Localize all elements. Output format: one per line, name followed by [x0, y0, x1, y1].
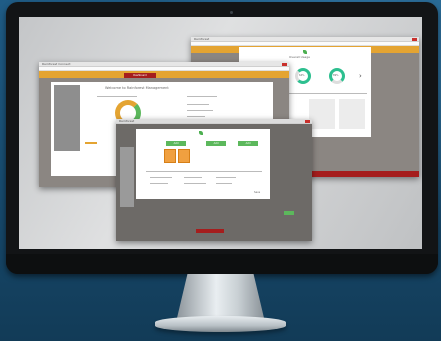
dialog: Add Add Add Save [136, 129, 270, 199]
selected-item-card[interactable] [164, 149, 176, 163]
usage-heading: Overall Usage [289, 55, 311, 59]
add-button-1[interactable]: Add [166, 141, 186, 146]
window-title: Rainforest Connect [42, 62, 71, 66]
add-button-2[interactable]: Add [206, 141, 226, 146]
text-line [150, 177, 172, 178]
text-line [97, 96, 137, 97]
text-line [187, 104, 209, 105]
window-titlebar[interactable]: Rainforest [191, 37, 419, 42]
webcam [230, 11, 233, 14]
footer-red-button[interactable] [196, 229, 224, 233]
monitor-stand-neck [177, 274, 264, 318]
window-titlebar[interactable]: Rainforest [116, 119, 312, 124]
usage-value-2: 64% [299, 74, 305, 77]
text-line [150, 183, 168, 184]
text-line [187, 96, 217, 97]
info-card[interactable] [309, 99, 335, 129]
close-button[interactable] [305, 120, 310, 123]
close-button[interactable] [412, 38, 417, 41]
monitor-stand-base [155, 316, 286, 332]
rainforest-logo-icon [303, 50, 307, 54]
window-titlebar[interactable]: Rainforest Connect [39, 62, 289, 67]
text-line [184, 183, 206, 184]
monitor-screen: Rainforest Overall Usage ‹ › 24% 64% 89% [19, 17, 422, 249]
rainforest-logo-icon [199, 131, 203, 135]
chevron-right-icon[interactable]: › [359, 72, 362, 80]
confirm-green-button[interactable] [284, 211, 294, 215]
window-title: Rainforest [194, 37, 210, 41]
text-line [216, 177, 236, 178]
info-card[interactable] [339, 99, 365, 129]
text-line [187, 116, 205, 117]
dashboard-heading: Welcome to Rainforest Management [105, 86, 169, 90]
window-title: Rainforest [119, 119, 135, 123]
monitor-chin [6, 254, 438, 274]
divider [146, 171, 262, 172]
add-button-3[interactable]: Add [238, 141, 258, 146]
sidebar [54, 85, 80, 151]
save-button[interactable]: Save [254, 191, 260, 195]
window-add-items[interactable]: Rainforest Add Add Add Save [116, 119, 312, 241]
text-line [187, 110, 213, 111]
sidebar [120, 147, 134, 207]
text-line [216, 183, 232, 184]
close-button[interactable] [282, 63, 287, 66]
selected-item-card[interactable] [178, 149, 190, 163]
progress-bar [85, 142, 97, 144]
usage-value-3: 89% [333, 74, 339, 77]
app-header: Dashboard [39, 71, 289, 78]
text-line [184, 177, 202, 178]
